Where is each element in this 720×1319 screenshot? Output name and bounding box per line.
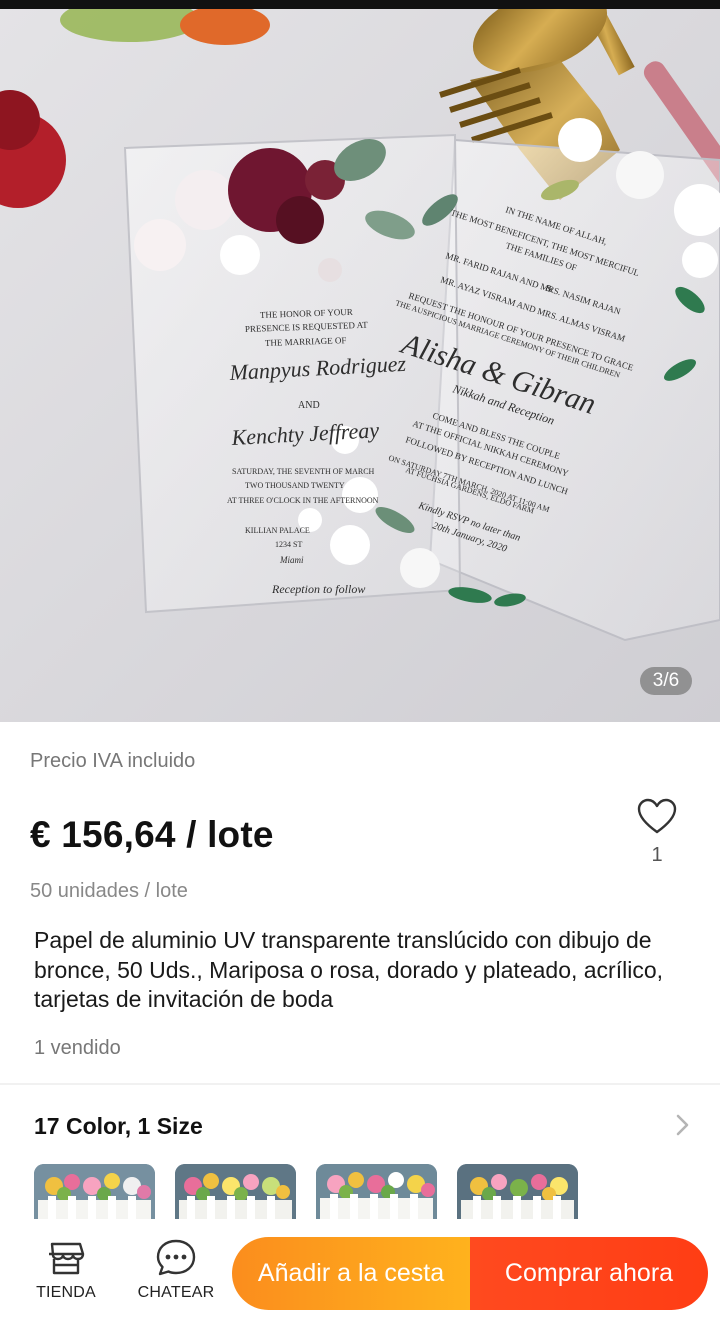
- units-per-lot: 50 unidades / lote: [30, 880, 188, 902]
- vat-note: Precio IVA incluido: [30, 750, 196, 772]
- image-counter-badge: 3/6: [640, 667, 692, 695]
- card-front-text: Miami: [279, 555, 304, 565]
- card-front-text: AND: [298, 400, 320, 411]
- card-front-text: TWO THOUSAND TWENTY: [245, 481, 345, 490]
- product-title: Papel de aluminio UV transparente transl…: [34, 927, 664, 1012]
- card-front-text: 1234 ST: [275, 540, 302, 549]
- wishlist-count: 1: [651, 844, 663, 866]
- store-label: TIENDA: [36, 1284, 96, 1301]
- store-button[interactable]: TIENDA: [20, 1238, 112, 1308]
- card-front-text: KILLIAN PALACE: [245, 526, 310, 535]
- variant-thumb-3[interactable]: [316, 1164, 437, 1220]
- buy-now-button[interactable]: Comprar ahora: [470, 1237, 708, 1310]
- status-bar: [0, 0, 720, 9]
- sold-count: 1 vendido: [34, 1037, 121, 1059]
- chat-label: CHATEAR: [137, 1284, 215, 1301]
- chat-button[interactable]: CHATEAR: [130, 1238, 222, 1308]
- variant-thumb-2[interactable]: [175, 1164, 296, 1220]
- chevron-right-icon[interactable]: [672, 1112, 692, 1138]
- wishlist-button[interactable]: 1: [634, 798, 680, 878]
- card-front-text: Reception to follow: [271, 582, 365, 596]
- card-front-text: AT THREE O'CLOCK IN THE AFTERNOON: [227, 496, 379, 505]
- variant-thumb-1[interactable]: [34, 1164, 155, 1220]
- divider: [0, 1083, 720, 1085]
- price: € 156,64 / lote: [30, 814, 274, 855]
- card-front-text: SATURDAY, THE SEVENTH OF MARCH: [232, 467, 375, 476]
- store-icon: [49, 1242, 85, 1275]
- variant-thumbnails: [34, 1164, 654, 1220]
- purchase-buttons: Añadir a la cesta Comprar ahora: [232, 1237, 708, 1310]
- product-photo: THE HONOR OF YOUR PRESENCE IS REQUESTED …: [0, 0, 720, 722]
- product-image-carousel[interactable]: THE HONOR OF YOUR PRESENCE IS REQUESTED …: [0, 0, 720, 722]
- add-to-cart-button[interactable]: Añadir a la cesta: [232, 1237, 470, 1310]
- variant-thumb-4[interactable]: [457, 1164, 578, 1220]
- heart-icon: [637, 798, 677, 834]
- variants-selector[interactable]: 17 Color, 1 Size: [34, 1113, 203, 1140]
- chat-icon: [156, 1239, 196, 1276]
